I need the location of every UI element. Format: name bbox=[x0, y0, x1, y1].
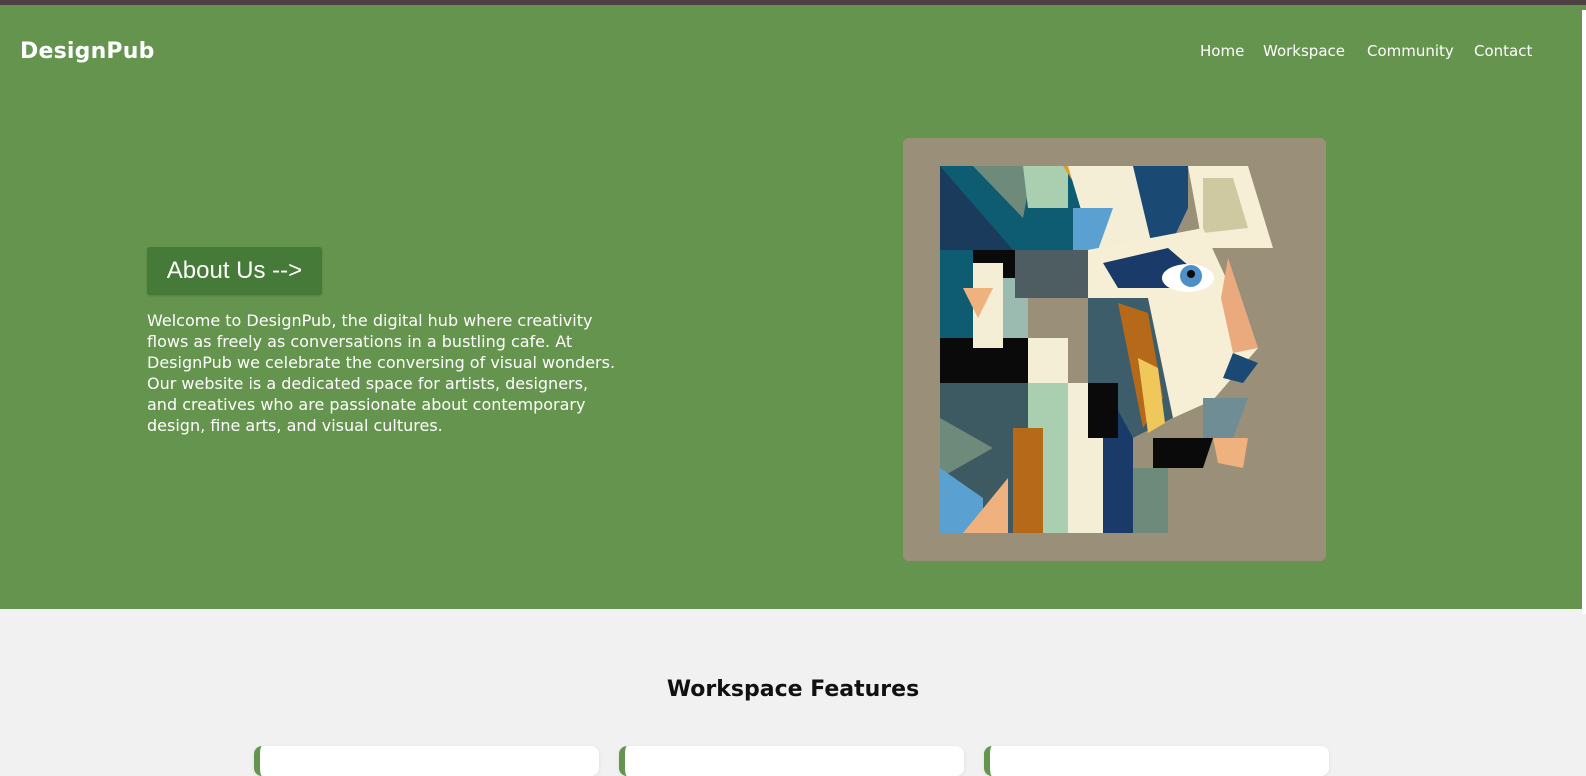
intro-line: DesignPub we celebrate the conversing of… bbox=[147, 353, 616, 372]
about-us-button[interactable]: About Us --> bbox=[147, 247, 322, 295]
nav-home-link[interactable]: Home bbox=[1200, 42, 1244, 60]
intro-line: Our website is a dedicated space for art… bbox=[147, 374, 589, 393]
intro-line: Welcome to DesignPub, the digital hub wh… bbox=[147, 311, 593, 330]
nav-contact-link[interactable]: Contact bbox=[1474, 42, 1532, 60]
nav-community-link[interactable]: Community bbox=[1367, 42, 1454, 60]
feature-card[interactable] bbox=[984, 746, 1329, 776]
page-scrollbar[interactable] bbox=[1582, 10, 1586, 614]
intro-line: and creatives who are passionate about c… bbox=[147, 395, 586, 414]
cubist-face-artwork bbox=[903, 138, 1326, 561]
nav-workspace-link[interactable]: Workspace bbox=[1263, 42, 1345, 60]
artwork-svg bbox=[903, 138, 1326, 561]
hero-section: DesignPub Home Workspace Community Conta… bbox=[0, 5, 1586, 614]
intro-text: Welcome to DesignPub, the digital hub wh… bbox=[147, 310, 647, 436]
workspace-features-title: Workspace Features bbox=[666, 677, 920, 702]
intro-line: design, fine arts, and visual cultures. bbox=[147, 416, 443, 435]
brand-logo[interactable]: DesignPub bbox=[20, 39, 155, 64]
intro-line: flows as freely as conversations in a bu… bbox=[147, 332, 573, 351]
feature-card[interactable] bbox=[619, 746, 964, 776]
feature-card[interactable] bbox=[254, 746, 599, 776]
